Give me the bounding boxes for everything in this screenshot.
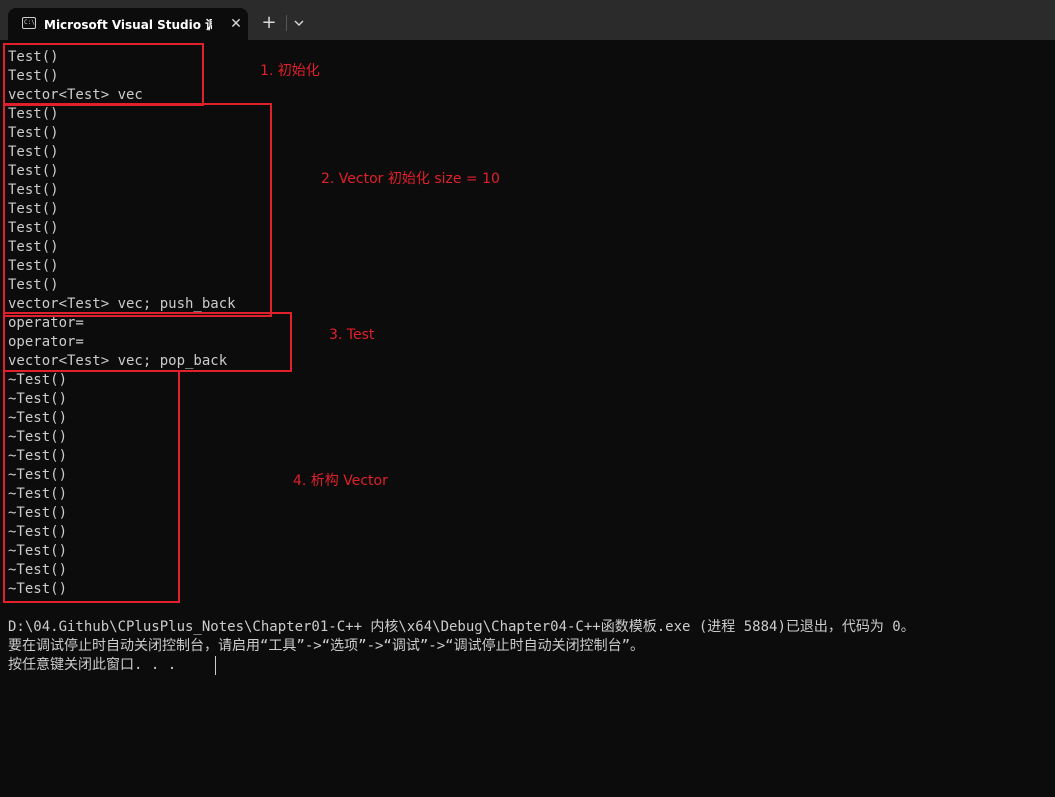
- titlebar-divider: [286, 15, 287, 31]
- chevron-down-icon: [294, 20, 304, 26]
- annotation-label-destruct: 4. 析构 Vector: [293, 473, 388, 489]
- tab-dropdown-button[interactable]: [290, 12, 308, 34]
- annotation-label-test: 3. Test: [329, 327, 375, 343]
- title-bar: C:\ Microsoft Visual Studio 调试控制台 ✕ +: [0, 0, 1055, 40]
- console-exit-line: D:\04.Github\CPlusPlus_Notes\Chapter01-C…: [8, 619, 915, 635]
- annotation-label-vector-init: 2. Vector 初始化 size = 10: [321, 171, 500, 187]
- annotation-box-test: [3, 312, 292, 372]
- console-output-area[interactable]: Test() Test() vector<Test> vec Test() Test()…: [0, 40, 1055, 797]
- console-app-icon: C:\: [22, 17, 36, 29]
- annotation-box-vector-init: [3, 103, 272, 317]
- console-exit-line: 要在调试停止时自动关闭控制台，请启用“工具”->“选项”->“调试”->“调试停…: [8, 638, 644, 654]
- close-tab-icon[interactable]: ✕: [228, 15, 244, 33]
- annotation-label-init: 1. 初始化: [260, 63, 320, 79]
- annotation-box-init: [3, 43, 204, 106]
- annotation-box-destruct: [3, 370, 180, 603]
- text-cursor: [215, 656, 216, 675]
- terminal-tab[interactable]: C:\ Microsoft Visual Studio 调试控制台 ✕: [8, 8, 248, 40]
- tab-title: Microsoft Visual Studio 调试控制台: [44, 18, 212, 32]
- console-exit-line: 按任意键关闭此窗口. . .: [8, 657, 177, 673]
- new-tab-button[interactable]: +: [258, 12, 280, 34]
